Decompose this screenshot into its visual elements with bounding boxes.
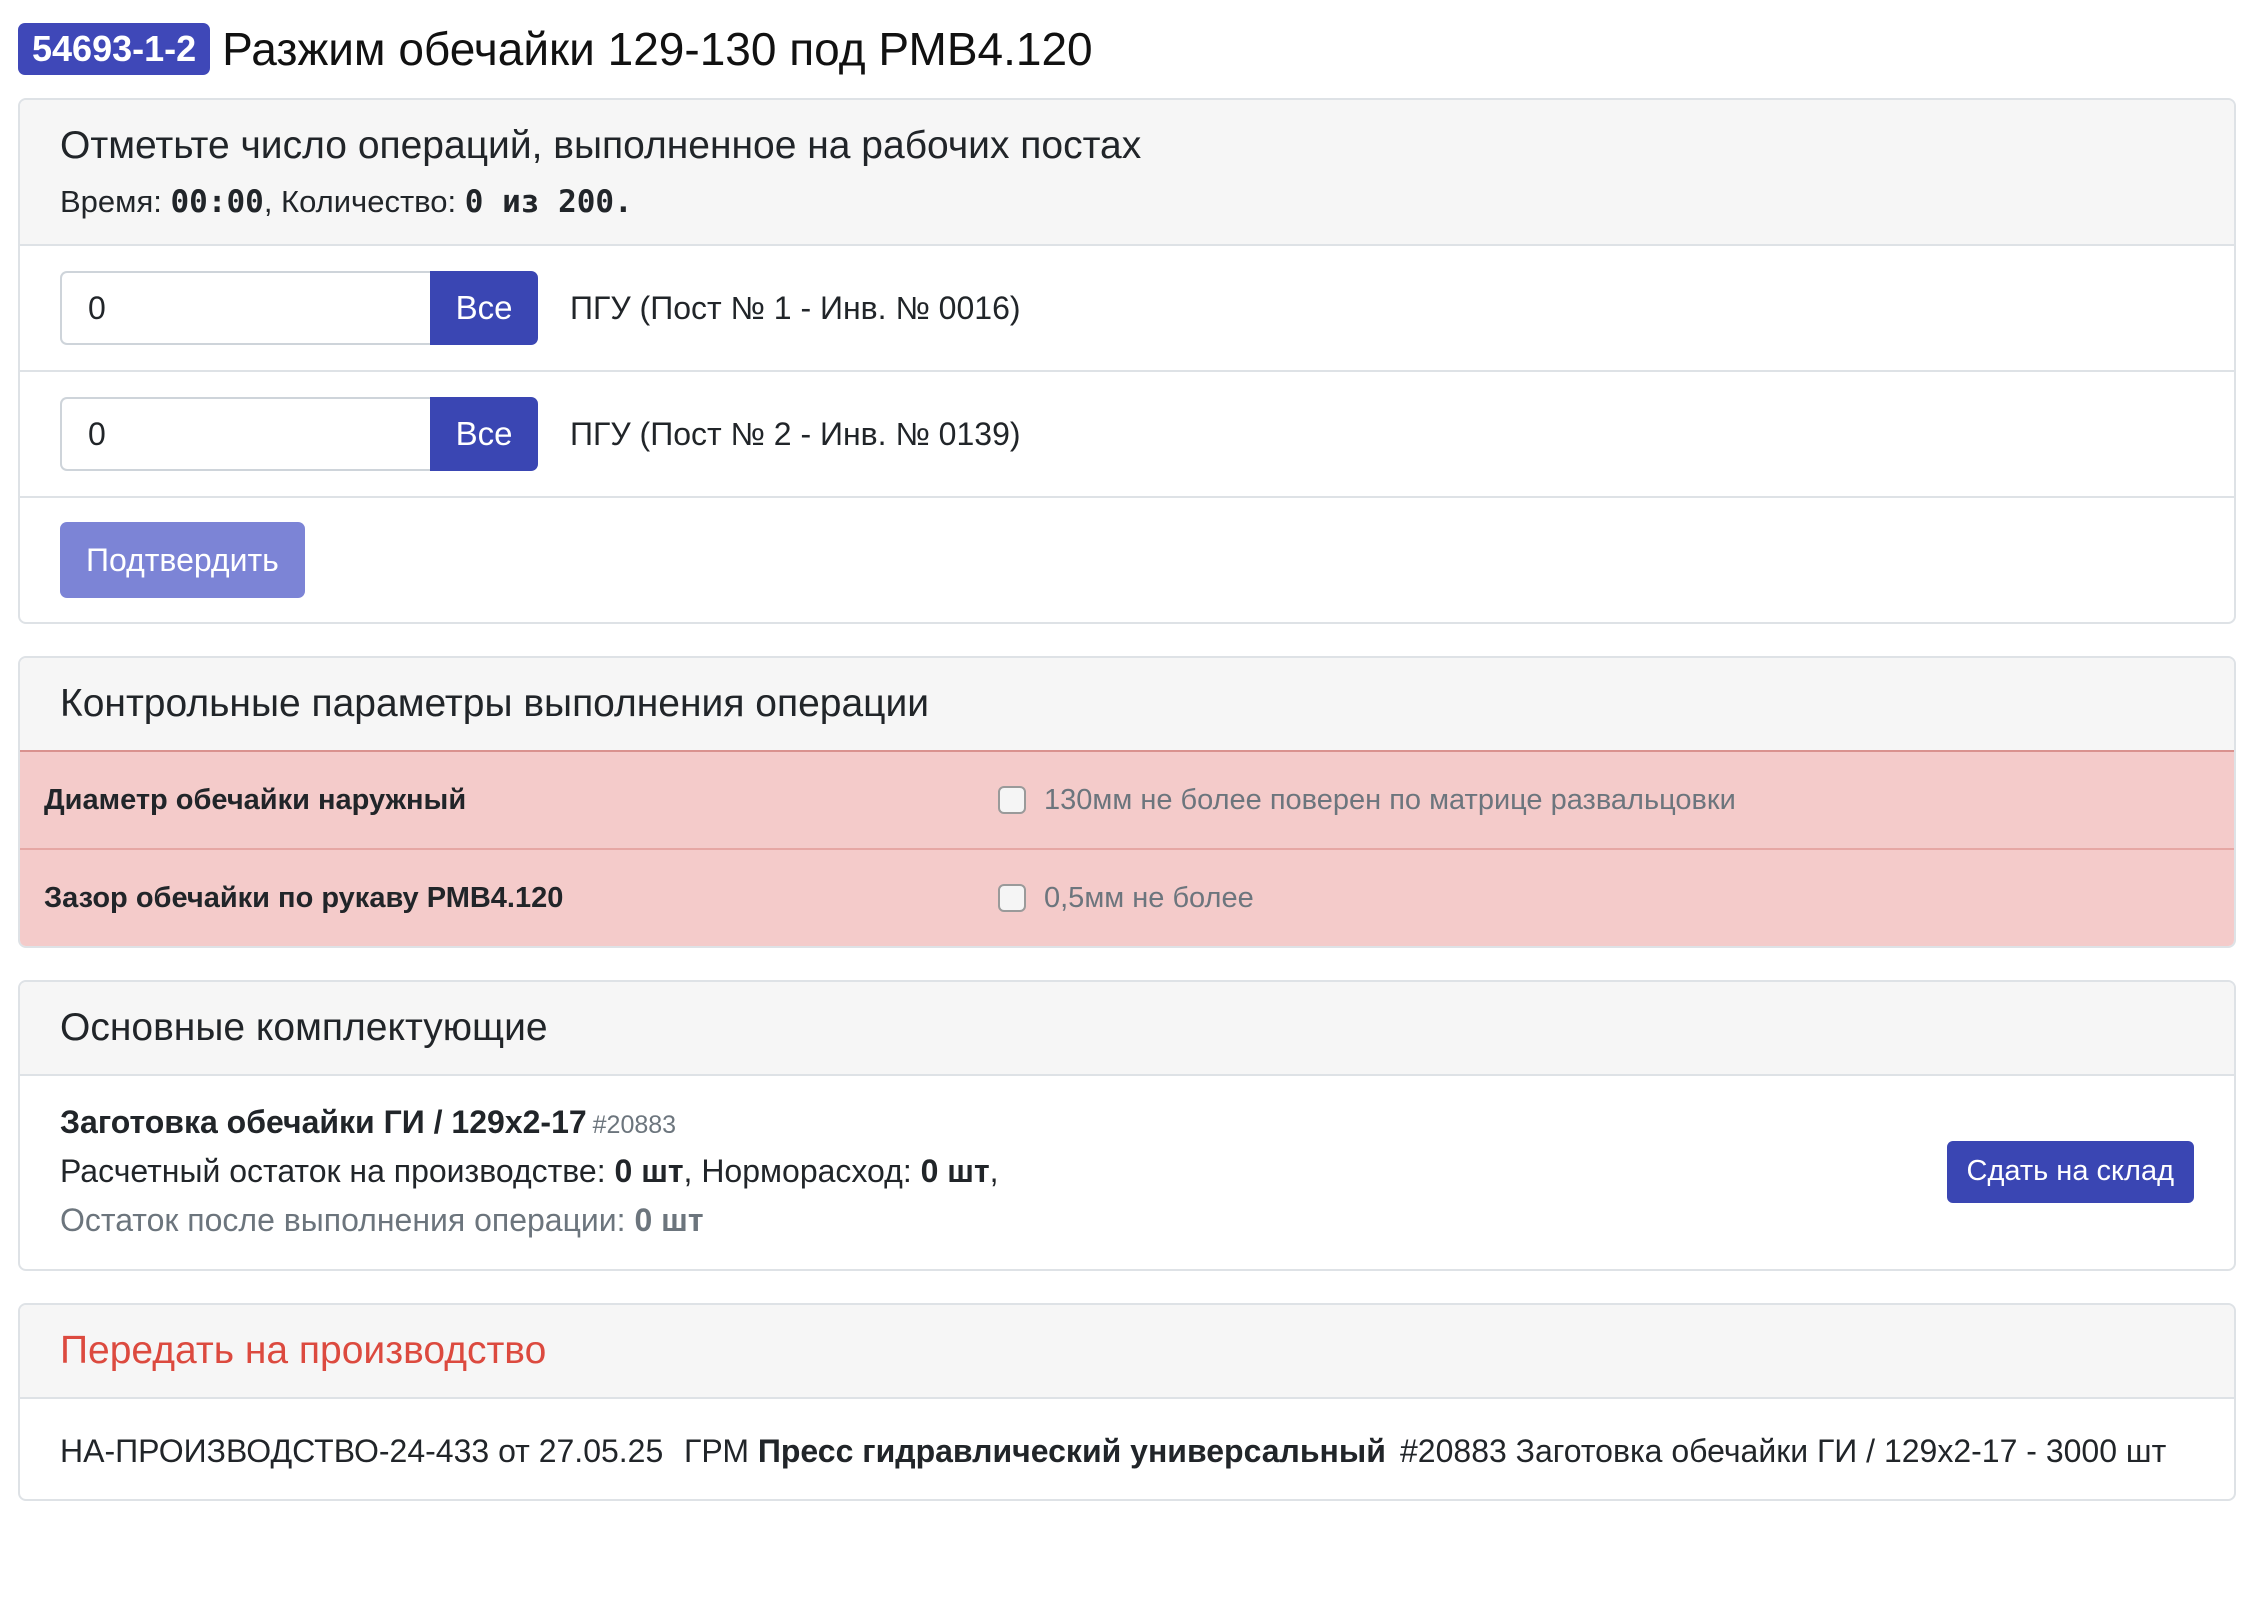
param-row: Зазор обечайки по рукаву РМВ4.120 0,5мм … [20, 848, 2234, 946]
post-2-all-button[interactable]: Все [430, 397, 538, 471]
param-value: 130мм не более поверен по матрице развал… [1044, 783, 1736, 816]
transfer-header: Передать на производство [20, 1305, 2234, 1399]
component-name: Заготовка обечайки ГИ / 129х2-17 [60, 1104, 587, 1140]
component-after-line: Остаток после выполнения операции: 0 шт [60, 1202, 999, 1239]
confirm-row: Подтвердить [20, 498, 2234, 622]
post-2-quantity-input[interactable] [60, 397, 430, 471]
return-to-stock-button[interactable]: Сдать на склад [1946, 1140, 2194, 1203]
equipment-prefix: ГРМ [684, 1433, 758, 1469]
component-item: Заготовка обечайки ГИ / 129х2-17 #20883 Р… [20, 1076, 2234, 1269]
control-card: Контрольные параметры выполнения операци… [18, 656, 2236, 948]
component-remain-line: Расчетный остаток на производстве: 0 шт,… [60, 1153, 999, 1190]
after-label: Остаток после выполнения операции: [60, 1202, 635, 1238]
param-value: 0,5мм не более [1044, 881, 1254, 914]
control-header: Контрольные параметры выполнения операци… [20, 658, 2234, 750]
component-id: #20883 [592, 1111, 677, 1139]
norm-tail: , [989, 1153, 999, 1189]
components-header: Основные комплектующие [20, 982, 2234, 1076]
post-row: Все ПГУ (Пост № 1 - Инв. № 0016) [20, 246, 2234, 372]
operations-title: Отметьте число операций, выполненное на … [60, 124, 1142, 167]
control-params: Диаметр обечайки наружный 130мм не более… [20, 750, 2234, 946]
time-label: Время: [60, 184, 171, 219]
page-header: 54693-1-2 Разжим обечайки 129-130 под РМ… [18, 0, 2236, 98]
equipment-name: Пресс гидравлический универсальный [757, 1433, 1386, 1469]
param-name: Диаметр обечайки наружный [44, 783, 467, 816]
norm-label: , Норморасход: [683, 1153, 921, 1189]
transfer-equipment: ГРМ Пресс гидравлический универсальный [684, 1427, 1400, 1477]
param-row: Диаметр обечайки наружный 130мм не более… [20, 750, 2234, 848]
param-name: Зазор обечайки по рукаву РМВ4.120 [44, 881, 564, 914]
post-1-quantity-input[interactable] [60, 271, 430, 345]
time-value: 00:00 [170, 184, 264, 220]
transfer-title: Передать на производство [60, 1329, 547, 1372]
remain-value: 0 шт [614, 1153, 684, 1189]
components-title: Основные комплектующие [60, 1006, 548, 1049]
transfer-item: #20883 Заготовка обечайки ГИ / 129х2-17 … [1400, 1433, 2167, 1469]
component-name-line: Заготовка обечайки ГИ / 129х2-17 #20883 [60, 1104, 999, 1141]
transfer-row: НА-ПРОИЗВОДСТВО-24-433 от 27.05.25 ГРМ П… [20, 1399, 2234, 1499]
control-title: Контрольные параметры выполнения операци… [60, 682, 930, 725]
post-1-label: ПГУ (Пост № 1 - Инв. № 0016) [570, 289, 1021, 326]
page-title: Разжим обечайки 129-130 под РМВ4.120 [222, 23, 1093, 75]
param-2-checkbox[interactable] [998, 884, 1026, 912]
page: 54693-1-2 Разжим обечайки 129-130 под РМ… [0, 0, 2254, 1501]
qty-value: 0 из 200. [464, 184, 633, 220]
confirm-button[interactable]: Подтвердить [60, 522, 305, 598]
post-row: Все ПГУ (Пост № 2 - Инв. № 0139) [20, 372, 2234, 498]
operations-header: Отметьте число операций, выполненное на … [20, 100, 2234, 246]
qty-label: , Количество: [263, 184, 465, 219]
remain-label: Расчетный остаток на производстве: [60, 1153, 615, 1189]
post-1-all-button[interactable]: Все [430, 271, 538, 345]
param-1-checkbox[interactable] [998, 786, 1026, 814]
post-2-label: ПГУ (Пост № 2 - Инв. № 0139) [570, 415, 1021, 452]
order-badge: 54693-1-2 [18, 23, 211, 75]
operations-card: Отметьте число операций, выполненное на … [18, 98, 2236, 624]
transfer-card: Передать на производство НА-ПРОИЗВОДСТВО… [18, 1303, 2236, 1501]
transfer-document: НА-ПРОИЗВОДСТВО-24-433 от 27.05.25 [60, 1433, 664, 1469]
operations-summary: Время: 00:00, Количество: 0 из 200. [60, 184, 2194, 220]
norm-value: 0 шт [920, 1153, 990, 1189]
component-info: Заготовка обечайки ГИ / 129х2-17 #20883 Р… [60, 1104, 999, 1239]
after-value: 0 шт [634, 1202, 704, 1238]
components-card: Основные комплектующие Заготовка обечайк… [18, 980, 2236, 1271]
